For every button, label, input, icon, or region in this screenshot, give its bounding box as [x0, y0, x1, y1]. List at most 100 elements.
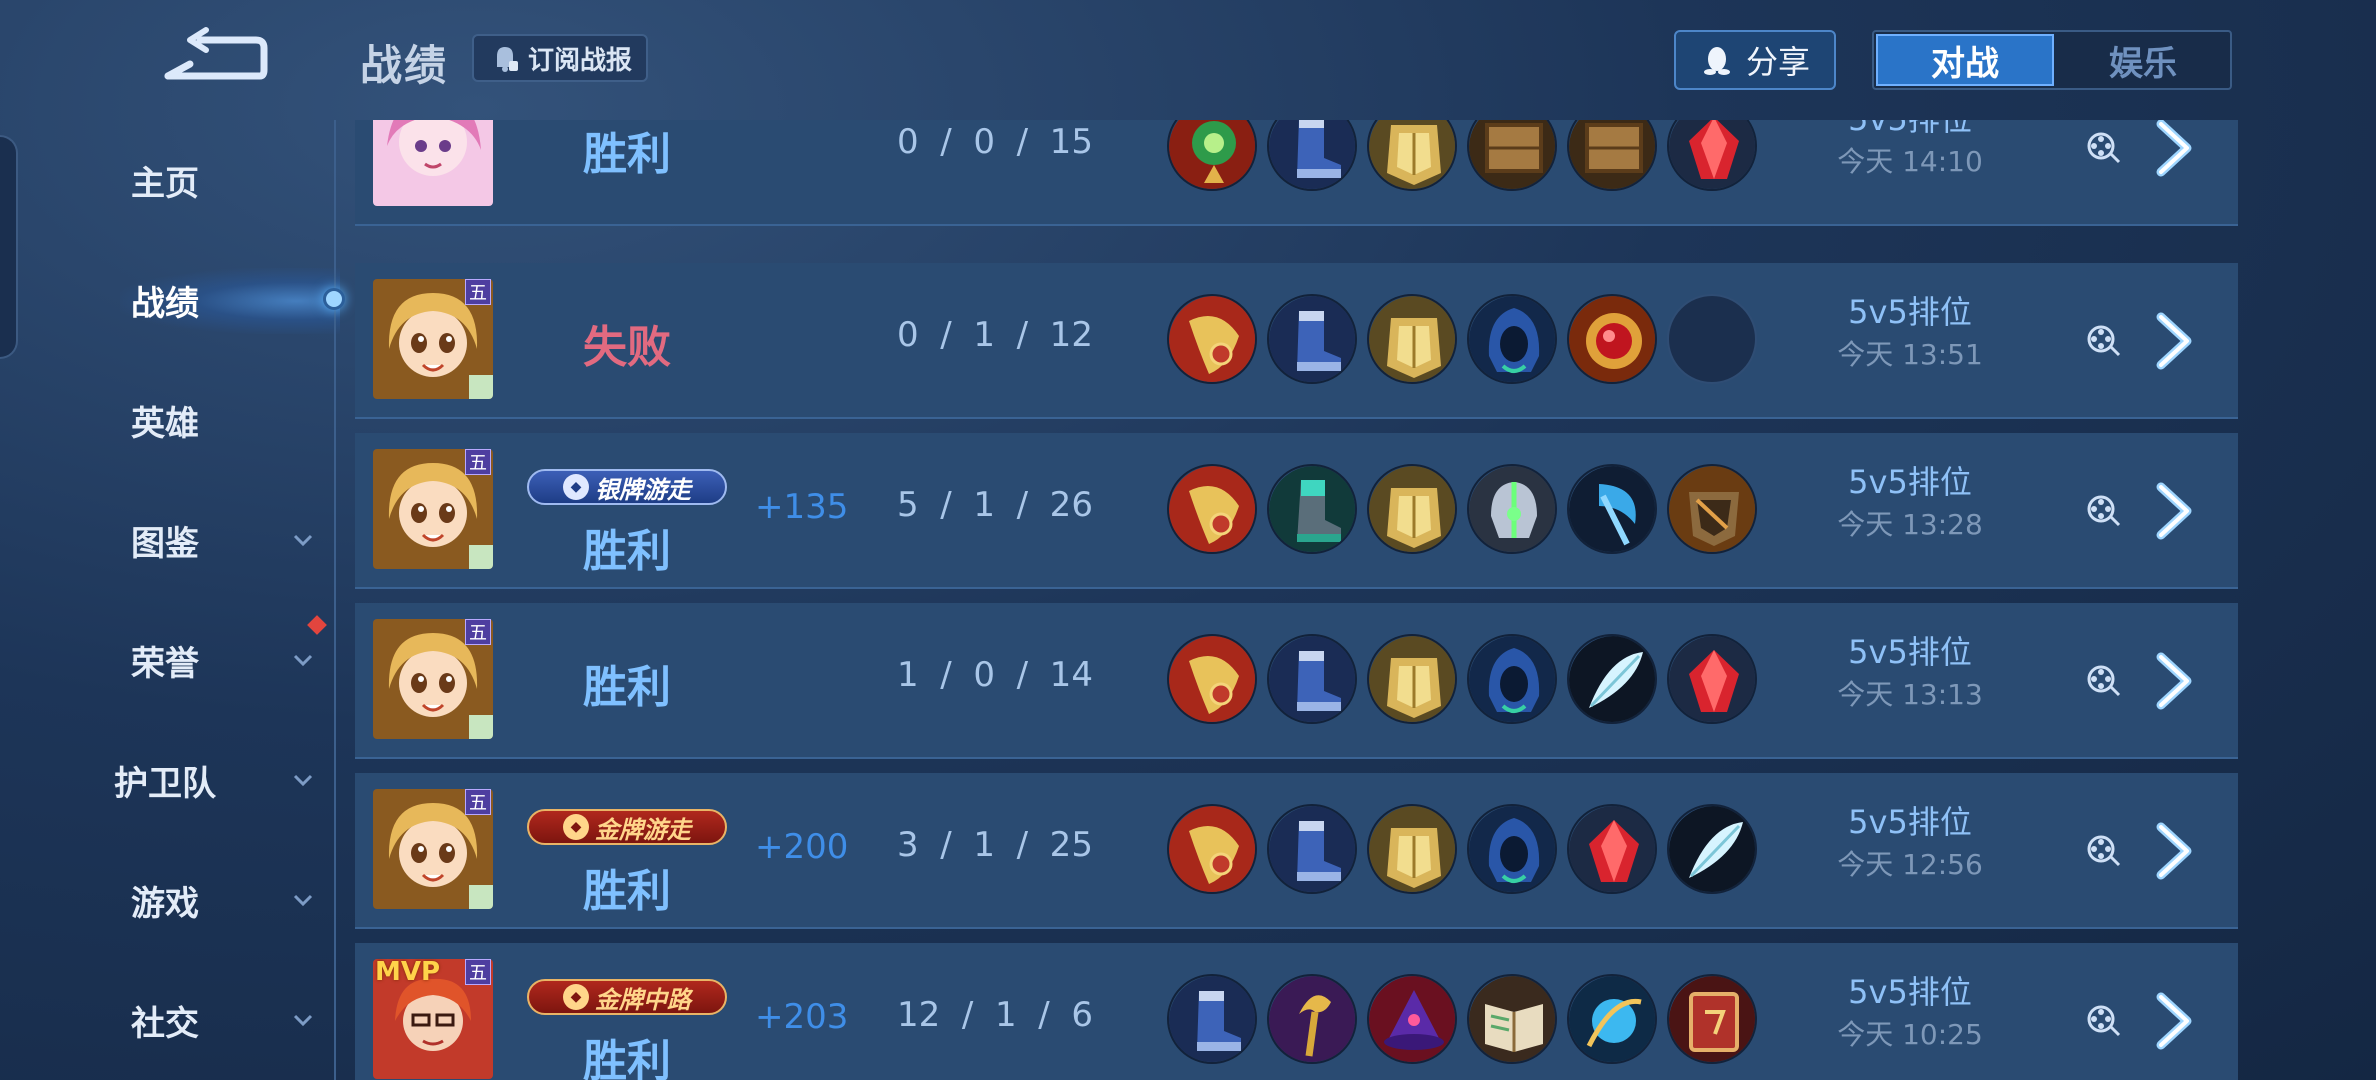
film-reel-icon [2087, 835, 2121, 867]
sidebar-item-codex[interactable]: 图鉴 [0, 505, 330, 575]
blue-axe-item-icon [1567, 464, 1657, 554]
match-detail-button[interactable] [2145, 120, 2201, 180]
sidebar-item-records[interactable]: 战绩 [0, 265, 330, 335]
match-row[interactable]: 五失败 0 / 1 / 12 5v5排位 今天 13:51 [355, 263, 2238, 419]
film-reel-icon [2087, 665, 2121, 697]
hero-rank-badge: 五 [465, 959, 491, 985]
game-mode: 5v5排位 [1848, 803, 1972, 841]
item-build [1167, 464, 1767, 558]
red-tome-item-icon [1667, 974, 1757, 1064]
film-reel-icon [2087, 325, 2121, 357]
chevron-down-icon [293, 774, 313, 787]
match-detail-button[interactable] [2145, 989, 2201, 1053]
kda-stats: 1 / 0 / 14 [897, 655, 1093, 695]
film-reel-icon [2087, 495, 2121, 527]
hero-rank-badge: 五 [465, 449, 491, 475]
match-result: 胜利 [583, 1036, 671, 1080]
sidebar-item-label: 荣誉 [131, 643, 199, 684]
match-time: 今天 14:10 [1837, 145, 1983, 178]
boots-item-icon [1167, 974, 1257, 1064]
tab-battle[interactable]: 对战 [1876, 34, 2054, 86]
sidebar-item-social[interactable]: 社交 [0, 985, 330, 1055]
purple-hat-item-icon [1367, 974, 1457, 1064]
match-row[interactable]: 五胜利0 / 0 / 155v5排位今天 14:10 [355, 120, 2238, 226]
game-mode: 5v5排位 [1848, 463, 1972, 501]
film-reel-icon [2087, 132, 2121, 164]
subscribe-report-button[interactable]: 订阅战报 [472, 34, 648, 82]
qq-penguin-icon [1703, 47, 1730, 75]
lane-icon: ◆ [563, 984, 589, 1010]
blue-hood-item-icon [1467, 804, 1557, 894]
boots-item-icon [1267, 634, 1357, 724]
chevron-down-icon [293, 894, 313, 907]
hero-portrait-icon [373, 120, 493, 206]
match-time: 今天 10:25 [1837, 1018, 1983, 1051]
match-row[interactable]: 五 ◆ 金牌游走 胜利 +200 3 / 1 / 25 5v5排位 今天 12:56 [355, 773, 2238, 929]
item-build [1167, 804, 1767, 898]
item-build [1167, 294, 1767, 388]
match-detail-button[interactable] [2145, 309, 2201, 373]
sidebar-item-games[interactable]: 游戏 [0, 865, 330, 935]
match-list[interactable]: 五胜利0 / 0 / 155v5排位今天 14:10五失败0 / 1 / 125… [355, 120, 2238, 1080]
match-result: 胜利 [583, 662, 671, 713]
back-arrow-icon [164, 27, 268, 80]
honor-badge: ◆ 金牌中路 [527, 979, 727, 1015]
back-button[interactable] [160, 26, 270, 86]
chevron-down-icon [293, 1014, 313, 1027]
red-crystal-item-icon [1667, 120, 1757, 191]
match-result: 胜利 [583, 129, 671, 180]
green-boots-item-icon [1267, 464, 1357, 554]
sidebar-item-home[interactable]: 主页 [0, 145, 330, 215]
sidebar-item-label: 游戏 [131, 883, 199, 924]
boots-item-icon [1267, 120, 1357, 191]
chevron-right-icon [2156, 482, 2192, 540]
replay-button[interactable] [2085, 130, 2121, 166]
hero-rank-badge: 五 [465, 789, 491, 815]
match-result: 胜利 [583, 866, 671, 917]
match-detail-button[interactable] [2145, 479, 2201, 543]
share-button[interactable]: 分享 [1674, 30, 1836, 90]
honor-badge-label: 金牌中路 [595, 985, 691, 1014]
match-row[interactable]: 五胜利 1 / 0 / 14 5v5排位 今天 13:13 [355, 603, 2238, 759]
share-label: 分享 [1745, 43, 1810, 81]
feather-item-icon [1667, 804, 1757, 894]
game-mode: 5v5排位 [1848, 973, 1972, 1011]
game-mode: 5v5排位 [1848, 293, 1972, 331]
sidebar-item-heroes[interactable]: 英雄 [0, 385, 330, 455]
honor-badge: ◆ 金牌游走 [527, 809, 727, 845]
bell-icon [496, 47, 518, 72]
blue-orb-item-icon [1567, 974, 1657, 1064]
lane-icon: ◆ [563, 814, 589, 840]
gold-armor-item-icon [1367, 804, 1457, 894]
kda-stats: 3 / 1 / 25 [897, 825, 1093, 865]
chevron-right-icon [2156, 652, 2192, 710]
red-crystal-item-icon [1567, 804, 1657, 894]
boots-item-icon [1267, 294, 1357, 384]
match-row[interactable]: 五 ◆ 银牌游走 胜利 +135 5 / 1 / 26 5v5排位 今天 13:28 [355, 433, 2238, 589]
honor-badge: ◆ 银牌游走 [527, 469, 727, 505]
replay-button[interactable] [2085, 1003, 2121, 1039]
chevron-right-icon [2156, 120, 2192, 177]
empty-item-slot [1667, 294, 1757, 384]
sidebar-item-label: 护卫队 [114, 763, 216, 804]
tab-entertainment[interactable]: 娱乐 [2056, 32, 2230, 88]
sidebar-item-label: 图鉴 [131, 523, 199, 564]
mvp-tag: MVP [375, 957, 441, 987]
snake-staff-item-icon [1267, 974, 1357, 1064]
replay-button[interactable] [2085, 323, 2121, 359]
replay-button[interactable] [2085, 663, 2121, 699]
sidebar-item-honor[interactable]: 荣誉 [0, 625, 330, 695]
match-detail-button[interactable] [2145, 649, 2201, 713]
match-row[interactable]: 五 MVP ◆ 金牌中路 胜利 +203 12 / 1 / 6 5v5排位 今天 10:25 [355, 943, 2238, 1080]
kda-stats: 0 / 0 / 15 [897, 122, 1093, 162]
match-time: 今天 13:13 [1837, 678, 1983, 711]
sidebar-item-guard-team[interactable]: 护卫队 [0, 745, 330, 815]
gold-armor-item-icon [1367, 294, 1457, 384]
hero-rank-badge: 五 [465, 619, 491, 645]
chevron-down-icon [293, 654, 313, 667]
replay-button[interactable] [2085, 833, 2121, 869]
hero-avatar [373, 120, 493, 206]
gold-armor-item-icon [1367, 634, 1457, 724]
replay-button[interactable] [2085, 493, 2121, 529]
match-detail-button[interactable] [2145, 819, 2201, 883]
